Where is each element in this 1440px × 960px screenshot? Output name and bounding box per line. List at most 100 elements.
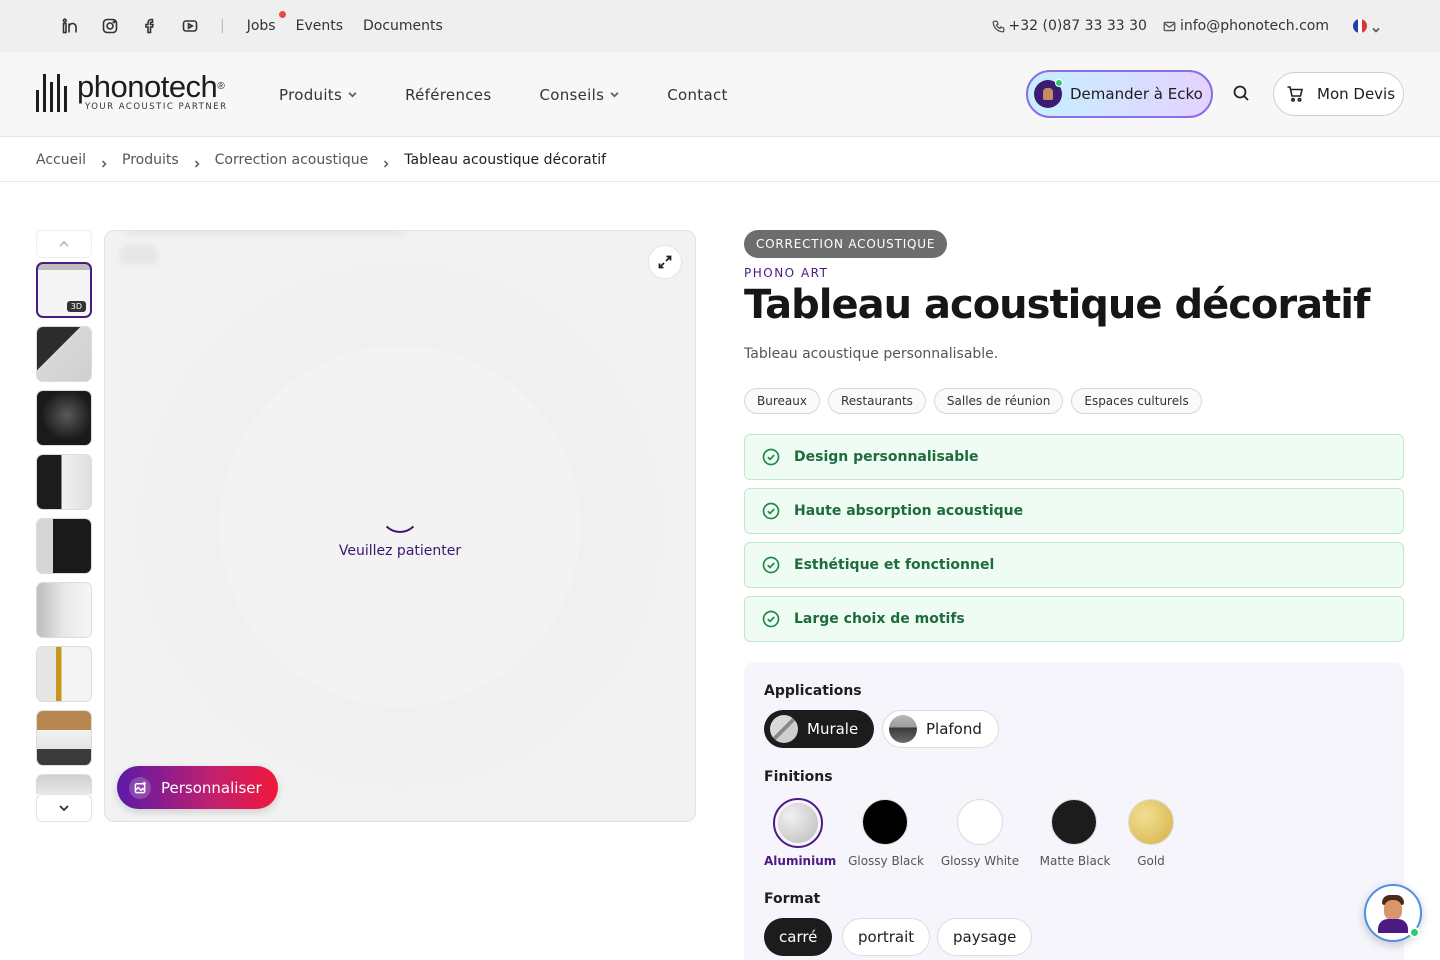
format-option-paysage[interactable]: paysage bbox=[937, 918, 1033, 956]
breadcrumb-produits[interactable]: Produits bbox=[122, 152, 179, 168]
personnaliser-label: Personnaliser bbox=[161, 778, 262, 797]
breadcrumb-accueil[interactable]: Accueil bbox=[36, 152, 86, 168]
thumbnail[interactable] bbox=[36, 326, 92, 382]
top-link-events[interactable]: Events bbox=[296, 18, 343, 34]
ask-ecko-button[interactable]: Demander à Ecko bbox=[1026, 70, 1213, 118]
breadcrumb-current: Tableau acoustique décoratif bbox=[404, 151, 607, 168]
feature-label: Haute absorption acoustique bbox=[794, 503, 1024, 519]
online-indicator bbox=[1409, 927, 1420, 938]
applications-title: Applications bbox=[764, 683, 862, 699]
finish-label: Glossy White bbox=[940, 854, 1020, 868]
chevron-right-icon bbox=[382, 156, 390, 168]
viewer-placeholder-pill bbox=[119, 245, 159, 265]
plafond-thumbnail bbox=[889, 715, 917, 743]
badge-3d: 3D bbox=[66, 301, 86, 312]
loading-text: Veuillez patienter bbox=[338, 543, 462, 559]
fullscreen-button[interactable] bbox=[648, 245, 682, 279]
check-circle-icon bbox=[762, 610, 780, 628]
finish-swatch-aluminium[interactable] bbox=[773, 798, 823, 848]
facebook-icon[interactable] bbox=[140, 16, 160, 36]
logo-brand-text: phonotech bbox=[77, 69, 218, 104]
thumbnail[interactable] bbox=[36, 646, 92, 702]
application-label: Plafond bbox=[926, 720, 982, 738]
murale-thumbnail bbox=[770, 715, 798, 743]
format-option-portrait[interactable]: portrait bbox=[842, 918, 931, 956]
expand-icon bbox=[658, 255, 672, 269]
finish-swatch-glossy-white[interactable] bbox=[957, 799, 1003, 845]
phone-link[interactable]: +32 (0)87 33 33 30 bbox=[992, 18, 1147, 34]
finish-swatch-gold[interactable] bbox=[1128, 799, 1174, 845]
tag-salles-reunion: Salles de réunion bbox=[933, 388, 1064, 414]
online-indicator bbox=[1055, 79, 1063, 87]
product-3d-viewer[interactable]: Veuillez patienter Personnaliser bbox=[104, 230, 696, 822]
top-link-documents[interactable]: Documents bbox=[363, 18, 443, 34]
chatbot-launcher[interactable] bbox=[1364, 884, 1422, 942]
format-option-carre[interactable]: carré bbox=[764, 918, 833, 956]
logo-brand: phonotech® bbox=[77, 70, 228, 104]
mon-devis-button[interactable]: Mon Devis bbox=[1273, 72, 1404, 116]
loading-spinner-icon bbox=[380, 493, 420, 533]
product-brand: PHONO ART bbox=[744, 266, 829, 280]
application-option-murale[interactable]: Murale bbox=[764, 710, 875, 748]
thumbnail-3d[interactable]: 3D bbox=[36, 262, 92, 318]
feature-label: Large choix de motifs bbox=[794, 611, 965, 627]
category-badge[interactable]: CORRECTION ACOUSTIQUE bbox=[744, 230, 948, 258]
breadcrumb: Accueil Produits Correction acoustique T… bbox=[36, 137, 606, 182]
finish-swatch-glossy-black[interactable] bbox=[862, 799, 908, 845]
nav-label: Références bbox=[405, 85, 492, 104]
search-icon[interactable] bbox=[1232, 84, 1254, 106]
breadcrumb-correction[interactable]: Correction acoustique bbox=[215, 152, 369, 168]
logo-tagline: YOUR ACOUSTIC PARTNER bbox=[85, 102, 228, 112]
notification-dot bbox=[278, 11, 286, 18]
cart-icon bbox=[1287, 86, 1304, 102]
fr-flag-icon[interactable] bbox=[1353, 19, 1367, 33]
breadcrumb-divider bbox=[0, 181, 1440, 182]
linkedin-icon[interactable] bbox=[60, 16, 80, 36]
ecko-avatar bbox=[1034, 79, 1063, 108]
thumbnail[interactable] bbox=[36, 582, 92, 638]
thumbnail[interactable] bbox=[36, 454, 92, 510]
feature-item: Large choix de motifs bbox=[744, 596, 1404, 642]
thumbnails-down-button[interactable] bbox=[36, 794, 92, 822]
social-links: | bbox=[60, 16, 247, 36]
main-header: phonotech® YOUR ACOUSTIC PARTNER Produit… bbox=[0, 52, 1440, 137]
thumbnails-up-button[interactable] bbox=[36, 230, 92, 258]
chevron-down-icon[interactable] bbox=[1372, 22, 1380, 33]
finish-label: Glossy Black bbox=[848, 854, 924, 868]
chevron-down-icon bbox=[59, 805, 69, 812]
instagram-icon[interactable] bbox=[100, 16, 120, 36]
application-option-plafond[interactable]: Plafond bbox=[882, 710, 999, 748]
youtube-icon[interactable] bbox=[180, 16, 200, 36]
main-nav: Produits Références Conseils Contact bbox=[279, 52, 776, 137]
viewer-loading-bar bbox=[125, 231, 405, 235]
feature-item: Haute absorption acoustique bbox=[744, 488, 1404, 534]
format-title: Format bbox=[764, 891, 821, 907]
top-link-label: Jobs bbox=[246, 18, 276, 34]
chevron-down-icon bbox=[610, 92, 619, 98]
email-link[interactable]: info@phonotech.com bbox=[1163, 18, 1329, 34]
topbar-separator: | bbox=[220, 18, 225, 34]
thumbnail[interactable] bbox=[36, 774, 92, 794]
chevron-right-icon bbox=[193, 156, 201, 168]
personnaliser-button[interactable]: Personnaliser bbox=[117, 766, 278, 809]
phone-icon bbox=[992, 20, 1004, 32]
nav-produits[interactable]: Produits bbox=[279, 86, 357, 104]
thumbnail[interactable] bbox=[36, 518, 92, 574]
nav-references[interactable]: Références bbox=[405, 86, 491, 104]
feature-label: Esthétique et fonctionnel bbox=[794, 557, 995, 573]
thumbnail[interactable] bbox=[36, 710, 92, 766]
nav-label: Contact bbox=[667, 85, 728, 104]
feature-item: Esthétique et fonctionnel bbox=[744, 542, 1404, 588]
tag-espaces-culturels: Espaces culturels bbox=[1071, 388, 1202, 414]
check-circle-icon bbox=[762, 556, 780, 574]
top-link-jobs[interactable]: Jobs bbox=[246, 11, 286, 34]
nav-conseils[interactable]: Conseils bbox=[539, 86, 619, 104]
thumbnail[interactable] bbox=[36, 390, 92, 446]
chevron-right-icon bbox=[100, 156, 108, 168]
nav-label: Conseils bbox=[539, 85, 605, 104]
tag-restaurants: Restaurants bbox=[827, 388, 926, 414]
nav-contact[interactable]: Contact bbox=[667, 86, 727, 104]
finish-swatch-matte-black[interactable] bbox=[1051, 799, 1097, 845]
logo[interactable]: phonotech® YOUR ACOUSTIC PARTNER bbox=[36, 70, 228, 116]
product-configurator: Applications Murale Plafond Finitions Al… bbox=[744, 662, 1404, 960]
